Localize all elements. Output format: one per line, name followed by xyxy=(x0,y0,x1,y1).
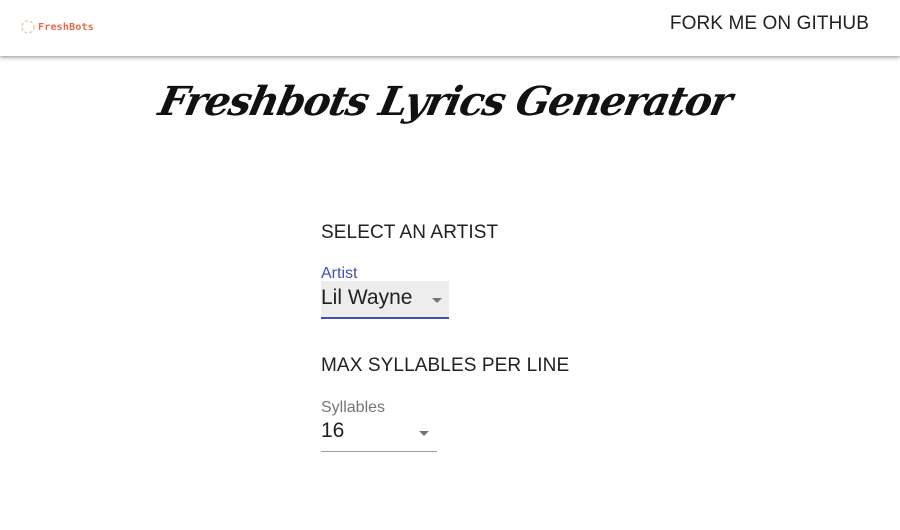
freshbots-logo[interactable]: FreshBots xyxy=(20,17,94,37)
artist-select[interactable]: Lil Wayne xyxy=(321,281,449,319)
syllables-section-heading: MAX SYLLABLES PER LINE xyxy=(321,355,570,376)
fork-me-on-github-link[interactable]: FORK ME ON GITHUB xyxy=(670,13,869,35)
artist-selected-value: Lil Wayne xyxy=(321,286,413,309)
logo-text: FreshBots xyxy=(38,21,94,33)
syllables-selected-value: 16 xyxy=(321,419,345,442)
page-title: Freshbots Lyrics Generator xyxy=(154,78,736,125)
chevron-down-icon xyxy=(419,431,429,436)
chevron-down-icon xyxy=(432,298,442,303)
artist-section-heading: SELECT AN ARTIST xyxy=(321,222,499,243)
artist-select-underline xyxy=(321,317,449,319)
syllables-select[interactable]: 16 xyxy=(321,414,437,452)
app-bar: FreshBots FORK ME ON GITHUB xyxy=(0,0,900,56)
syllables-select-underline xyxy=(321,451,437,452)
logo-circle-icon xyxy=(20,19,36,35)
